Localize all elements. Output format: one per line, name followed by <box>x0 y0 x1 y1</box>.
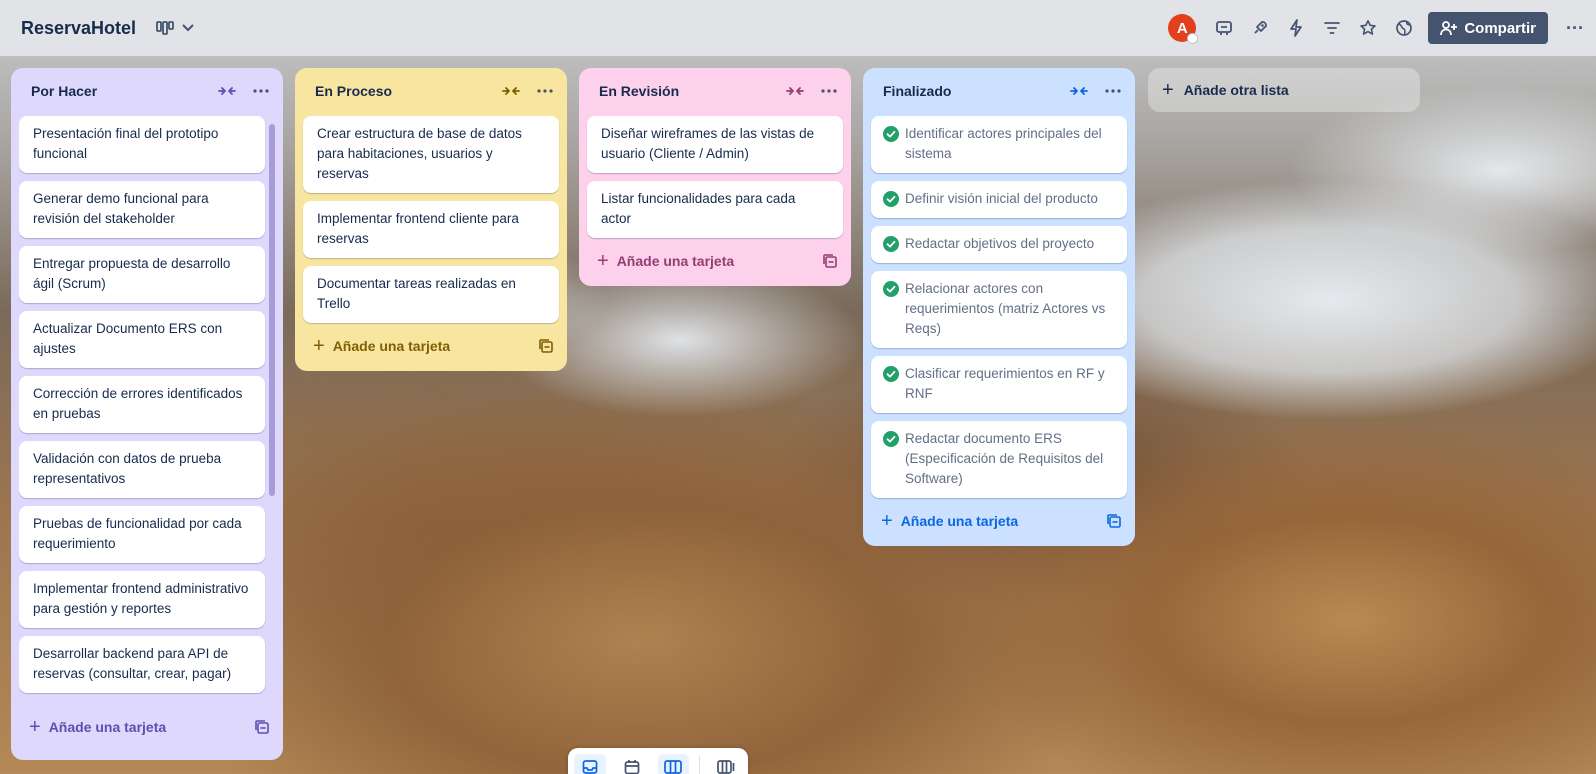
card-text: Redactar objetivos del proyecto <box>905 236 1095 251</box>
check-circle-icon[interactable] <box>883 236 899 252</box>
more-icon[interactable]: ··· <box>1566 18 1584 39</box>
card[interactable]: Generar demo funcional para revisión del… <box>19 181 265 238</box>
template-icon[interactable] <box>539 339 553 353</box>
check-circle-icon[interactable] <box>883 281 899 297</box>
admin-badge <box>1187 33 1199 44</box>
plus-icon: + <box>597 250 609 272</box>
collapse-list-icon[interactable] <box>1069 81 1089 101</box>
list-finalizado: Finalizado Identificar actores principal… <box>863 68 1135 546</box>
add-card-button[interactable]: + Añade una tarjeta <box>303 329 559 363</box>
template-icon[interactable] <box>255 720 269 734</box>
card[interactable]: Diseñar wireframes de las vistas de usua… <box>587 116 843 173</box>
card-text: Relacionar actores con requerimientos (m… <box>905 281 1106 336</box>
list-title[interactable]: Finalizado <box>883 83 1069 99</box>
add-card-button[interactable]: + Añade una tarjeta <box>871 504 1127 538</box>
list-scrollbar[interactable] <box>269 124 275 496</box>
list-en-revision: En Revisión Diseñar wireframes de las vi… <box>579 68 851 286</box>
card-text: Clasificar requerimientos en RF y RNF <box>905 366 1105 401</box>
planner-icon[interactable] <box>616 754 648 774</box>
card[interactable]: Definir visión inicial del producto <box>871 181 1127 218</box>
add-card-label: Añade una tarjeta <box>332 338 451 354</box>
card[interactable]: Clasificar requerimientos en RF y RNF <box>871 356 1127 413</box>
add-card-button[interactable]: + Añade una tarjeta <box>19 710 275 744</box>
filter-icon[interactable] <box>1320 16 1344 40</box>
list-menu-icon[interactable] <box>819 81 839 101</box>
check-circle-icon[interactable] <box>883 126 899 142</box>
list-menu-icon[interactable] <box>251 81 271 101</box>
inbox-icon[interactable] <box>574 754 606 774</box>
collapse-list-icon[interactable] <box>501 81 521 101</box>
add-card-button[interactable]: + Añade una tarjeta <box>587 244 843 278</box>
card[interactable]: Listar funcionalidades para cada actor <box>587 181 843 238</box>
power-ups-icon[interactable] <box>1212 16 1236 40</box>
list-title[interactable]: En Revisión <box>599 83 785 99</box>
divider <box>699 756 701 774</box>
check-circle-icon[interactable] <box>883 366 899 382</box>
avatar-initial: A <box>1176 19 1188 37</box>
plus-icon: + <box>881 510 893 532</box>
card[interactable]: Identificar actores principales del sist… <box>871 116 1127 173</box>
add-list-label: Añade otra lista <box>1183 82 1289 98</box>
template-icon[interactable] <box>1107 514 1121 528</box>
switch-boards-icon[interactable] <box>710 754 742 774</box>
card[interactable]: Entregar propuesta de desarrollo ágil (S… <box>19 246 265 303</box>
rocket-icon[interactable] <box>1248 16 1272 40</box>
card-scroll-area[interactable]: Presentación final del prototipo funcion… <box>19 116 275 704</box>
list-header: Por Hacer <box>19 76 275 106</box>
list-title[interactable]: En Proceso <box>315 83 501 99</box>
chevron-down-icon <box>182 24 194 32</box>
avatar[interactable]: A <box>1168 14 1199 44</box>
card-text: Identificar actores principales del sist… <box>905 126 1102 161</box>
check-circle-icon[interactable] <box>883 191 899 207</box>
automation-icon[interactable] <box>1284 16 1308 40</box>
card[interactable]: Desarrollar backend para API de reservas… <box>19 636 265 693</box>
view-switcher[interactable] <box>156 21 194 35</box>
template-icon[interactable] <box>823 254 837 268</box>
card[interactable]: Documentar tareas realizadas en Trello <box>303 266 559 323</box>
board-header: ReservaHotel A Compartir ··· <box>0 0 1596 56</box>
share-label: Compartir <box>1464 19 1537 37</box>
list-en-proceso: En Proceso Crear estructura de base de d… <box>295 68 567 371</box>
list-title[interactable]: Por Hacer <box>31 83 217 99</box>
visibility-icon[interactable] <box>1392 16 1416 40</box>
list-header: En Proceso <box>303 76 559 106</box>
add-card-label: Añade una tarjeta <box>900 513 1019 529</box>
card[interactable]: Implementar frontend administrativo para… <box>19 571 265 628</box>
list-header: Finalizado <box>871 76 1127 106</box>
list-menu-icon[interactable] <box>1103 81 1123 101</box>
list-menu-icon[interactable] <box>535 81 555 101</box>
card-text: Definir visión inicial del producto <box>905 191 1098 206</box>
plus-icon: + <box>1162 78 1174 101</box>
board-view-icon <box>156 21 174 35</box>
star-icon[interactable] <box>1356 16 1380 40</box>
bottom-navigation <box>568 748 748 774</box>
plus-icon: + <box>313 335 325 357</box>
add-member-icon <box>1440 21 1458 36</box>
card[interactable]: Redactar objetivos del proyecto <box>871 226 1127 263</box>
card[interactable]: Crear estructura de base de datos para h… <box>303 116 559 193</box>
card[interactable]: Implementar frontend cliente para reserv… <box>303 201 559 258</box>
share-button[interactable]: Compartir <box>1428 12 1549 44</box>
collapse-list-icon[interactable] <box>217 81 237 101</box>
card[interactable]: Redactar documento ERS (Especificación d… <box>871 421 1127 498</box>
card[interactable]: Relacionar actores con requerimientos (m… <box>871 271 1127 348</box>
board-icon[interactable] <box>657 754 690 774</box>
card-text: Redactar documento ERS (Especificación d… <box>905 431 1104 486</box>
add-list-button[interactable]: + Añade otra lista <box>1148 68 1420 112</box>
check-circle-icon[interactable] <box>883 431 899 447</box>
card[interactable]: Corrección de errores identificados en p… <box>19 376 265 433</box>
plus-icon: + <box>29 716 41 738</box>
list-por-hacer: Por Hacer Presentación final del prototi… <box>11 68 283 760</box>
card[interactable]: Validación con datos de prueba represent… <box>19 441 265 498</box>
add-card-label: Añade una tarjeta <box>48 719 167 735</box>
card[interactable]: Presentación final del prototipo funcion… <box>19 116 265 173</box>
card[interactable]: Actualizar Documento ERS con ajustes <box>19 311 265 368</box>
list-header: En Revisión <box>587 76 843 106</box>
add-card-label: Añade una tarjeta <box>616 253 735 269</box>
board-title[interactable]: ReservaHotel <box>21 18 136 39</box>
collapse-list-icon[interactable] <box>785 81 805 101</box>
card[interactable]: Pruebas de funcionalidad por cada requer… <box>19 506 265 563</box>
